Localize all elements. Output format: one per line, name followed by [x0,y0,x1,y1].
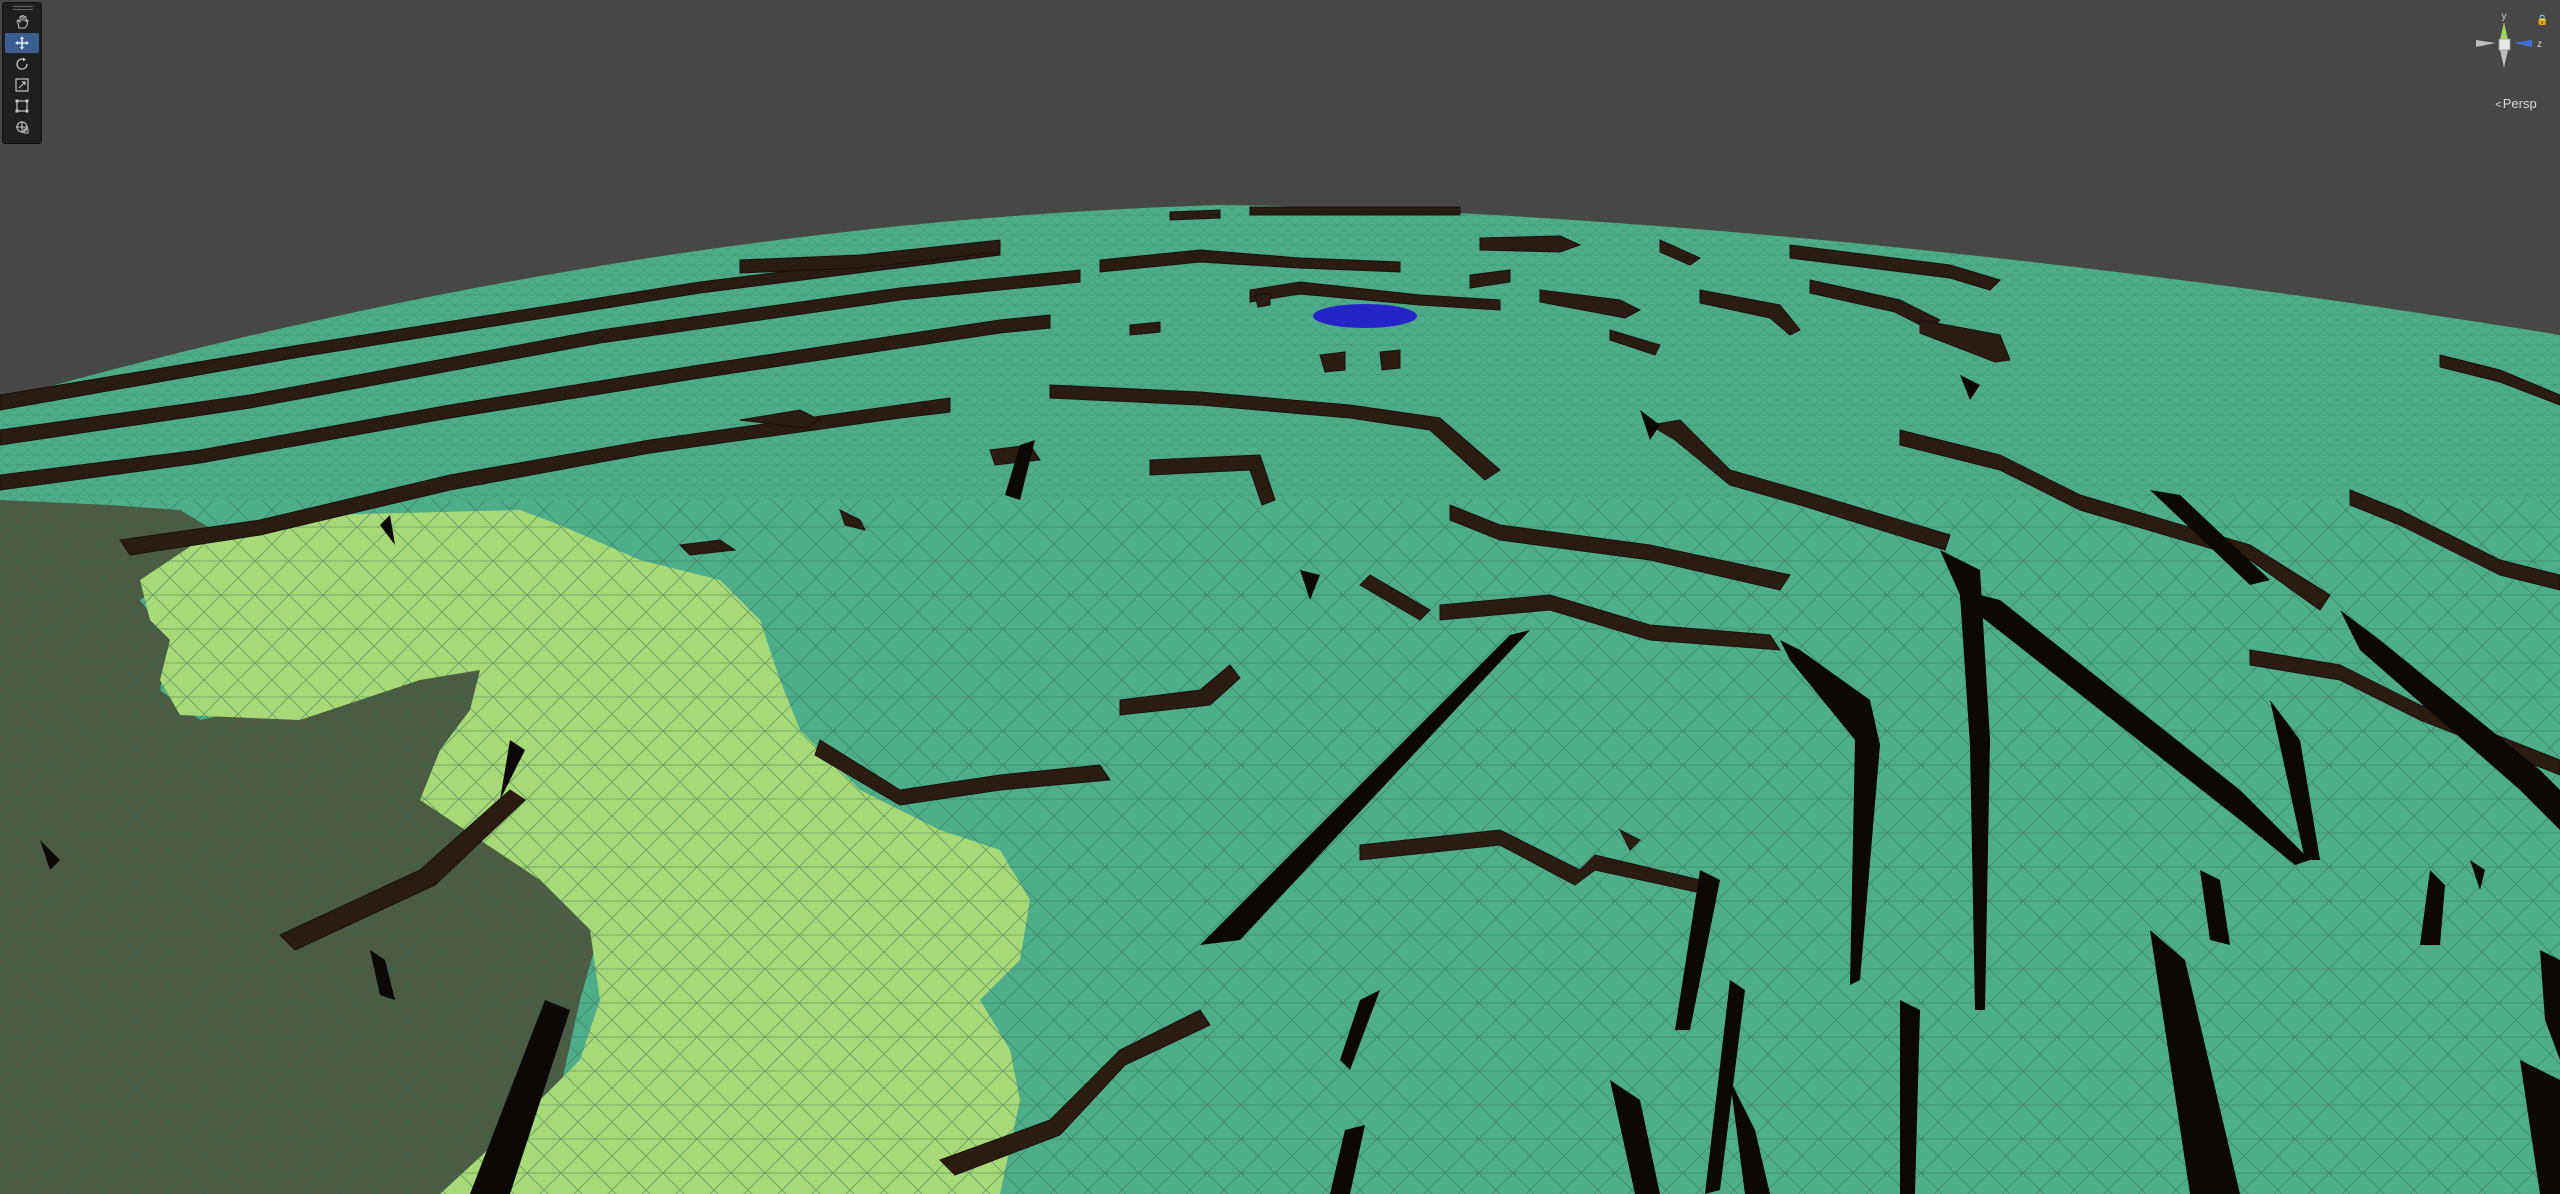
gizmo-y-axis-cone [2500,22,2508,40]
rect-tool-button[interactable] [5,96,39,116]
gizmo-neg-x-cone [2476,40,2496,47]
projection-arrow-icon: < [2495,99,2502,111]
hand-icon [16,14,29,29]
scale-icon [15,78,29,92]
transform-tool-button[interactable] [5,117,39,137]
lock-icon[interactable]: 🔒 [2536,16,2548,26]
projection-toggle[interactable]: <Persp [2476,96,2556,111]
gizmo-z-label: z [2537,39,2542,50]
scene-view[interactable]: y z 🔒 <Persp [0,0,2560,1194]
hand-tool-button[interactable] [5,12,39,32]
rotate-icon [16,57,28,70]
gizmo-y-label: y [2502,11,2507,22]
move-tool-button[interactable] [5,33,39,53]
rotate-tool-button[interactable] [5,54,39,74]
projection-label: Persp [2502,96,2537,111]
terrain-viewport[interactable] [0,0,2560,1194]
scene-tools-panel [2,2,42,144]
gizmo-z-axis-cone [2514,40,2532,47]
transform-icon [16,121,29,134]
scale-tool-button[interactable] [5,75,39,95]
rect-icon [15,99,29,113]
move-icon [15,36,29,50]
water-pond [1313,304,1417,328]
gizmo-center-cube [2498,38,2511,51]
panel-grip-handle[interactable] [13,6,33,10]
gizmo-neg-y-cone [2500,50,2508,68]
